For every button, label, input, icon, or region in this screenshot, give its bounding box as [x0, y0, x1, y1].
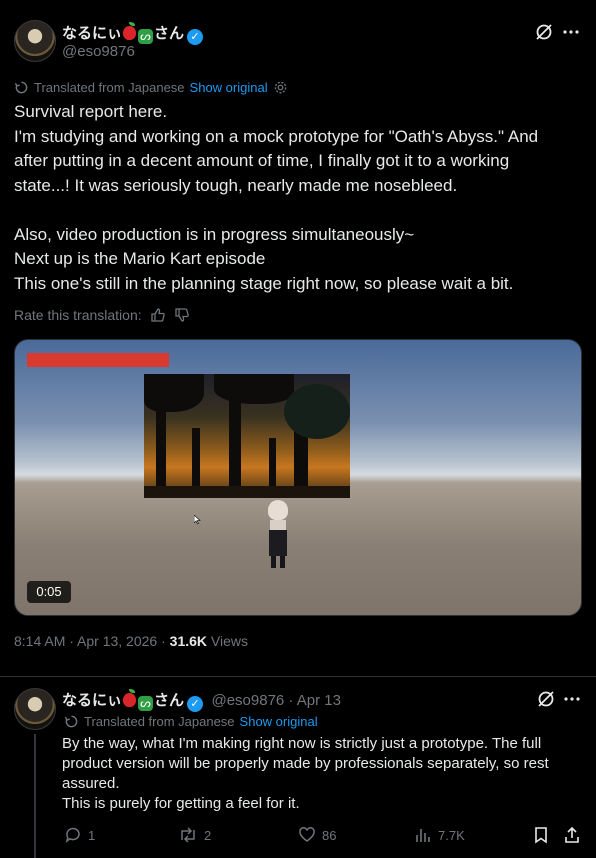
reply-author-avatar[interactable] [14, 688, 56, 730]
views-icon [416, 829, 430, 842]
translation-bar: Translated from Japanese Show original [14, 80, 288, 95]
author-name[interactable]: なるにぃ [62, 25, 122, 42]
views-button[interactable]: 7.7K [414, 826, 465, 844]
section-divider [0, 676, 596, 677]
reply-count: 1 [88, 827, 96, 843]
reply-author-row: なるにぃ ᔕ さん ✓ @eso9876 · Apr 13 [62, 689, 341, 712]
like-button[interactable]: 86 [298, 826, 336, 844]
reply-button[interactable]: 1 [64, 826, 95, 844]
thumbs-up-icon[interactable] [150, 307, 166, 323]
repost-button[interactable]: 2 [178, 826, 211, 844]
reply-author-name[interactable]: なるにぃ [62, 692, 122, 709]
verified-badge-icon: ✓ [187, 696, 204, 712]
author-handle[interactable]: @eso9876 [62, 43, 135, 60]
verified-badge-icon: ✓ [187, 29, 204, 45]
forest-scene-image [144, 374, 350, 498]
views-count-reply: 7.7K [438, 827, 465, 843]
post-body-line: This one's still in the planning stage r… [14, 273, 514, 293]
author-avatar[interactable] [14, 20, 56, 62]
post-body-line: Next up is the Mario Kart episode [14, 249, 266, 268]
post-body-line: after putting in a decent amount of time… [14, 151, 510, 170]
more-icon[interactable] [561, 22, 581, 42]
rate-translation-label: Rate this translation: [14, 307, 142, 323]
video-player[interactable]: 0:05 [14, 339, 582, 616]
reply-body-line: assured. [62, 775, 120, 792]
translate-icon [14, 81, 28, 94]
reply-more-icon[interactable] [562, 689, 582, 709]
game-health-bar [27, 353, 169, 367]
grok-icon[interactable] [534, 22, 554, 42]
show-original-link[interactable]: Show original [190, 80, 268, 95]
reply-body-line: By the way, what I'm making right now is… [62, 735, 542, 752]
reply-icon [65, 827, 80, 843]
post-body: Survival report here. I'm studying and w… [14, 100, 538, 296]
gear-icon[interactable] [273, 80, 288, 95]
reply-translated-label: Translated from Japanese [84, 714, 235, 729]
post-meta: 8:14 AM · Apr 13, 2026 · 31.6K Views [14, 633, 248, 649]
apple-emoji-icon [123, 22, 137, 40]
reply-body-line: product version will be properly made by… [62, 755, 549, 772]
translate-icon [64, 715, 78, 728]
post-body-line [14, 198, 538, 223]
post-body-line: state...! It was seriously tough, nearly… [14, 175, 458, 195]
reply-author-name-suffix: さん [154, 692, 185, 709]
post-body-line: Survival report here. [14, 102, 168, 121]
thread-line [34, 734, 36, 858]
like-count: 86 [322, 827, 337, 843]
video-duration-badge: 0:05 [27, 581, 71, 603]
author-name-row[interactable]: なるにぃ ᔕ さん ✓ [62, 22, 204, 45]
reply-translation-bar: Translated from Japanese Show original [64, 714, 318, 729]
thumbs-down-icon[interactable] [174, 307, 190, 323]
reply-body-line: This is purely for getting a feel for it… [62, 795, 300, 812]
views-count: 31.6K [169, 633, 208, 649]
leaf-emoji-icon: ᔕ [138, 696, 154, 711]
repost-icon [181, 827, 195, 843]
rate-translation: Rate this translation: [14, 307, 190, 323]
reply-show-original-link[interactable]: Show original [240, 714, 318, 729]
share-icon[interactable] [563, 826, 581, 849]
repost-count: 2 [204, 827, 212, 843]
reply-grok-icon[interactable] [536, 689, 556, 709]
mouse-cursor-icon [193, 512, 202, 530]
post-body-line: I'm studying and working on a mock proto… [14, 126, 539, 146]
post-timestamp[interactable]: 8:14 AM · Apr 13, 2026 · [14, 633, 170, 649]
reply-author-handle[interactable]: @eso9876 [211, 692, 284, 709]
game-character [265, 500, 291, 568]
reply-body: By the way, what I'm making right now is… [62, 734, 549, 814]
bookmark-icon[interactable] [533, 826, 549, 849]
translated-label: Translated from Japanese [34, 80, 185, 95]
author-name-suffix: さん [154, 25, 185, 42]
leaf-emoji-icon: ᔕ [138, 29, 154, 44]
apple-emoji-icon [123, 689, 137, 707]
post-body-line: Also, video production is in progress si… [14, 224, 415, 244]
reply-date[interactable]: · Apr 13 [284, 692, 341, 709]
heart-icon [299, 827, 315, 842]
views-label: Views [207, 633, 248, 649]
